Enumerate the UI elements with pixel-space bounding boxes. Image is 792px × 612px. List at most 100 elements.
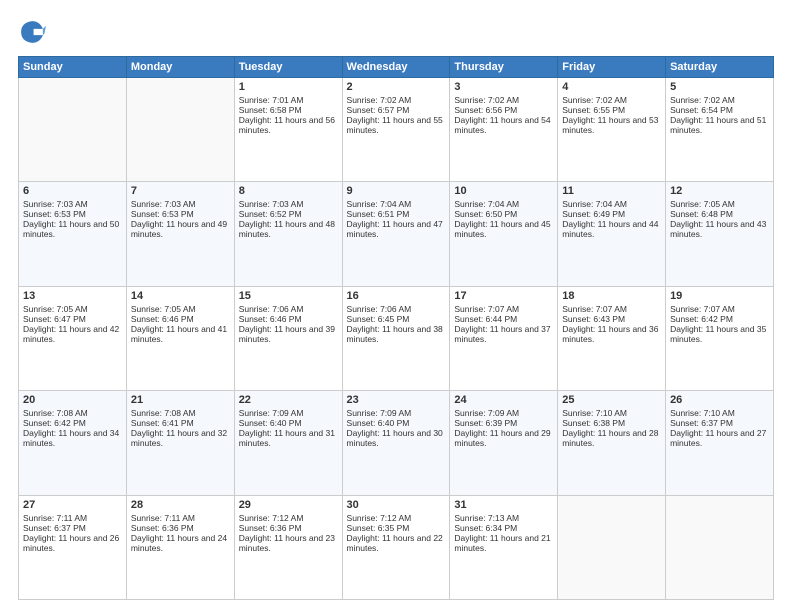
daylight-text: Daylight: 11 hours and 26 minutes. — [23, 533, 119, 553]
sunrise-text: Sunrise: 7:11 AM — [23, 513, 87, 523]
day-number: 21 — [131, 394, 230, 406]
sunset-text: Sunset: 6:36 PM — [239, 523, 302, 533]
sunrise-text: Sunrise: 7:07 AM — [454, 304, 519, 314]
weekday-header-row: SundayMondayTuesdayWednesdayThursdayFrid… — [19, 57, 774, 78]
day-number: 31 — [454, 499, 553, 511]
sunset-text: Sunset: 6:48 PM — [670, 209, 733, 219]
calendar-cell: 16Sunrise: 7:06 AMSunset: 6:45 PMDayligh… — [342, 286, 450, 390]
sunrise-text: Sunrise: 7:10 AM — [670, 408, 735, 418]
daylight-text: Daylight: 11 hours and 21 minutes. — [454, 533, 550, 553]
sunrise-text: Sunrise: 7:06 AM — [347, 304, 412, 314]
calendar-cell — [666, 495, 774, 599]
page: SundayMondayTuesdayWednesdayThursdayFrid… — [0, 0, 792, 612]
day-number: 13 — [23, 290, 122, 302]
sunrise-text: Sunrise: 7:13 AM — [454, 513, 519, 523]
daylight-text: Daylight: 11 hours and 56 minutes. — [239, 115, 335, 135]
sunrise-text: Sunrise: 7:05 AM — [131, 304, 196, 314]
day-number: 19 — [670, 290, 769, 302]
calendar-cell: 14Sunrise: 7:05 AMSunset: 6:46 PMDayligh… — [126, 286, 234, 390]
day-number: 16 — [347, 290, 446, 302]
logo — [18, 18, 50, 46]
calendar-cell: 9Sunrise: 7:04 AMSunset: 6:51 PMDaylight… — [342, 182, 450, 286]
calendar-cell: 3Sunrise: 7:02 AMSunset: 6:56 PMDaylight… — [450, 78, 558, 182]
sunset-text: Sunset: 6:51 PM — [347, 209, 410, 219]
day-number: 28 — [131, 499, 230, 511]
daylight-text: Daylight: 11 hours and 24 minutes. — [131, 533, 227, 553]
daylight-text: Daylight: 11 hours and 49 minutes. — [131, 219, 227, 239]
sunset-text: Sunset: 6:53 PM — [23, 209, 86, 219]
sunrise-text: Sunrise: 7:12 AM — [239, 513, 304, 523]
daylight-text: Daylight: 11 hours and 32 minutes. — [131, 428, 227, 448]
sunset-text: Sunset: 6:46 PM — [131, 314, 194, 324]
sunrise-text: Sunrise: 7:03 AM — [23, 199, 88, 209]
sunset-text: Sunset: 6:41 PM — [131, 418, 194, 428]
calendar-cell: 29Sunrise: 7:12 AMSunset: 6:36 PMDayligh… — [234, 495, 342, 599]
day-number: 18 — [562, 290, 661, 302]
sunset-text: Sunset: 6:38 PM — [562, 418, 625, 428]
sunset-text: Sunset: 6:49 PM — [562, 209, 625, 219]
sunset-text: Sunset: 6:40 PM — [239, 418, 302, 428]
sunset-text: Sunset: 6:55 PM — [562, 105, 625, 115]
daylight-text: Daylight: 11 hours and 30 minutes. — [347, 428, 443, 448]
day-number: 23 — [347, 394, 446, 406]
calendar-cell: 4Sunrise: 7:02 AMSunset: 6:55 PMDaylight… — [558, 78, 666, 182]
sunrise-text: Sunrise: 7:02 AM — [454, 95, 519, 105]
calendar-cell: 1Sunrise: 7:01 AMSunset: 6:58 PMDaylight… — [234, 78, 342, 182]
day-number: 3 — [454, 81, 553, 93]
sunset-text: Sunset: 6:57 PM — [347, 105, 410, 115]
calendar-cell: 24Sunrise: 7:09 AMSunset: 6:39 PMDayligh… — [450, 391, 558, 495]
day-number: 9 — [347, 185, 446, 197]
daylight-text: Daylight: 11 hours and 34 minutes. — [23, 428, 119, 448]
calendar-cell: 21Sunrise: 7:08 AMSunset: 6:41 PMDayligh… — [126, 391, 234, 495]
calendar-cell: 12Sunrise: 7:05 AMSunset: 6:48 PMDayligh… — [666, 182, 774, 286]
day-number: 22 — [239, 394, 338, 406]
week-row-3: 13Sunrise: 7:05 AMSunset: 6:47 PMDayligh… — [19, 286, 774, 390]
sunrise-text: Sunrise: 7:05 AM — [23, 304, 88, 314]
daylight-text: Daylight: 11 hours and 28 minutes. — [562, 428, 658, 448]
day-number: 6 — [23, 185, 122, 197]
weekday-header-friday: Friday — [558, 57, 666, 78]
day-number: 7 — [131, 185, 230, 197]
weekday-header-saturday: Saturday — [666, 57, 774, 78]
calendar-cell: 8Sunrise: 7:03 AMSunset: 6:52 PMDaylight… — [234, 182, 342, 286]
sunset-text: Sunset: 6:39 PM — [454, 418, 517, 428]
calendar-cell: 27Sunrise: 7:11 AMSunset: 6:37 PMDayligh… — [19, 495, 127, 599]
day-number: 24 — [454, 394, 553, 406]
day-number: 20 — [23, 394, 122, 406]
week-row-2: 6Sunrise: 7:03 AMSunset: 6:53 PMDaylight… — [19, 182, 774, 286]
sunrise-text: Sunrise: 7:08 AM — [23, 408, 88, 418]
daylight-text: Daylight: 11 hours and 44 minutes. — [562, 219, 658, 239]
sunrise-text: Sunrise: 7:12 AM — [347, 513, 412, 523]
calendar-cell: 23Sunrise: 7:09 AMSunset: 6:40 PMDayligh… — [342, 391, 450, 495]
day-number: 14 — [131, 290, 230, 302]
sunset-text: Sunset: 6:42 PM — [670, 314, 733, 324]
sunrise-text: Sunrise: 7:03 AM — [239, 199, 304, 209]
day-number: 29 — [239, 499, 338, 511]
sunrise-text: Sunrise: 7:07 AM — [670, 304, 735, 314]
sunrise-text: Sunrise: 7:02 AM — [562, 95, 627, 105]
daylight-text: Daylight: 11 hours and 48 minutes. — [239, 219, 335, 239]
weekday-header-wednesday: Wednesday — [342, 57, 450, 78]
calendar-cell: 26Sunrise: 7:10 AMSunset: 6:37 PMDayligh… — [666, 391, 774, 495]
sunrise-text: Sunrise: 7:01 AM — [239, 95, 304, 105]
week-row-4: 20Sunrise: 7:08 AMSunset: 6:42 PMDayligh… — [19, 391, 774, 495]
calendar-cell: 13Sunrise: 7:05 AMSunset: 6:47 PMDayligh… — [19, 286, 127, 390]
day-number: 11 — [562, 185, 661, 197]
daylight-text: Daylight: 11 hours and 22 minutes. — [347, 533, 443, 553]
daylight-text: Daylight: 11 hours and 53 minutes. — [562, 115, 658, 135]
calendar-cell: 19Sunrise: 7:07 AMSunset: 6:42 PMDayligh… — [666, 286, 774, 390]
day-number: 2 — [347, 81, 446, 93]
sunrise-text: Sunrise: 7:02 AM — [670, 95, 735, 105]
sunset-text: Sunset: 6:46 PM — [239, 314, 302, 324]
daylight-text: Daylight: 11 hours and 47 minutes. — [347, 219, 443, 239]
sunrise-text: Sunrise: 7:11 AM — [131, 513, 195, 523]
sunrise-text: Sunrise: 7:07 AM — [562, 304, 627, 314]
calendar-cell: 20Sunrise: 7:08 AMSunset: 6:42 PMDayligh… — [19, 391, 127, 495]
daylight-text: Daylight: 11 hours and 37 minutes. — [454, 324, 550, 344]
sunset-text: Sunset: 6:34 PM — [454, 523, 517, 533]
daylight-text: Daylight: 11 hours and 43 minutes. — [670, 219, 766, 239]
sunset-text: Sunset: 6:35 PM — [347, 523, 410, 533]
sunrise-text: Sunrise: 7:02 AM — [347, 95, 412, 105]
sunset-text: Sunset: 6:45 PM — [347, 314, 410, 324]
calendar-cell — [558, 495, 666, 599]
